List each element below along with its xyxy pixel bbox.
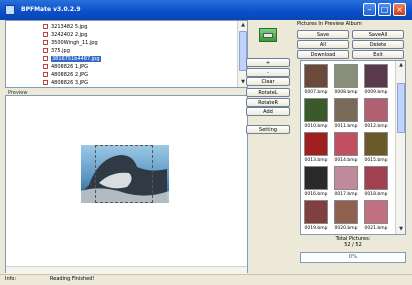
thumbnail[interactable]	[364, 132, 388, 156]
zoom-out-button[interactable]: -	[246, 68, 290, 77]
thumbnail[interactable]	[364, 98, 388, 122]
file-item[interactable]: 4808826 2.JPG	[43, 72, 88, 79]
maximize-button[interactable]: □	[378, 3, 391, 16]
file-item[interactable]: 375.jpg	[43, 48, 70, 55]
save-button[interactable]: Save	[297, 30, 349, 39]
scroll-down-icon[interactable]: ▼	[396, 225, 405, 234]
rotate-left-button[interactable]: RotateL	[246, 88, 290, 97]
thumbnail[interactable]	[304, 98, 328, 122]
thumbnail-caption: 0018.bmp	[364, 192, 388, 197]
thumbnail-caption: 0009.bmp	[364, 90, 388, 95]
thumbnail-caption: 0021.bmp	[364, 226, 388, 231]
total-pictures: Total Pictures: 52 / 52	[300, 236, 406, 248]
thumbnail[interactable]	[304, 200, 328, 224]
jpg-file-icon	[43, 40, 48, 45]
thumbnail[interactable]	[364, 64, 388, 88]
file-item[interactable]: 3242402 2.jpg	[43, 32, 87, 39]
thumbnail-caption: 0017.bmp	[334, 192, 358, 197]
minimize-button[interactable]: –	[363, 3, 376, 16]
file-item[interactable]: 4808826 1.JPG	[43, 64, 88, 71]
window-title: BPFMate v3.0.2.9	[21, 6, 81, 13]
jpg-file-icon	[43, 80, 48, 85]
file-item-selected[interactable]: 3816751b4487.jpg	[43, 56, 101, 63]
album-thumbnails[interactable]: 0007.bmp 0008.bmp 0009.bmp 0010.bmp 0011…	[300, 60, 406, 235]
total-value: 52 / 52	[344, 242, 362, 248]
close-button[interactable]: ×	[393, 3, 406, 16]
thumbnail-caption: 0020.bmp	[334, 226, 358, 231]
rotate-right-button[interactable]: RotateR	[246, 98, 290, 107]
zoom-in-button[interactable]: +	[246, 58, 290, 67]
thumbnail-caption: 0010.bmp	[304, 124, 328, 129]
thumbnail-caption: 0008.bmp	[334, 90, 358, 95]
thumbnail[interactable]	[334, 166, 358, 190]
thumbnail[interactable]	[334, 132, 358, 156]
thumbnail[interactable]	[334, 200, 358, 224]
save-all-button[interactable]: SaveAll	[352, 30, 404, 39]
crop-selection[interactable]	[95, 145, 153, 203]
jpg-file-icon	[43, 56, 48, 61]
thumbnail[interactable]	[364, 166, 388, 190]
file-list[interactable]: 3213482 5.jpg 3242402 2.jpg 3500Wingh_11…	[5, 20, 248, 88]
thumbnail[interactable]	[304, 132, 328, 156]
delete-button[interactable]: Delete	[352, 40, 404, 49]
scrollbar-thumb[interactable]	[397, 83, 405, 133]
status-message: Reading Finished!	[50, 276, 95, 282]
thumbnail-caption: 0015.bmp	[364, 158, 388, 163]
thumbnail-caption: 0013.bmp	[304, 158, 328, 163]
thumbnail[interactable]	[334, 98, 358, 122]
select-all-button[interactable]: All	[297, 40, 349, 49]
file-item[interactable]: 4808826 3.JPG	[43, 80, 88, 87]
setting-button[interactable]: Setting	[246, 125, 290, 134]
scroll-up-icon[interactable]: ▲	[396, 61, 405, 70]
album-header: Pictures In Preview Album	[297, 21, 362, 27]
jpg-file-icon	[43, 64, 48, 69]
jpg-file-icon	[43, 24, 48, 29]
thumbnail[interactable]	[304, 166, 328, 190]
thumbnail-caption: 0012.bmp	[364, 124, 388, 129]
preview-scrollbar[interactable]	[6, 266, 247, 274]
add-button[interactable]: Add	[246, 107, 290, 116]
progress-text: 0%	[348, 254, 358, 260]
status-info-label: Info:	[5, 276, 17, 282]
jpg-file-icon	[43, 48, 48, 53]
app-icon	[5, 5, 15, 15]
download-button[interactable]: Download	[297, 50, 349, 59]
device-button[interactable]	[259, 28, 277, 42]
album-scrollbar[interactable]: ▲ ▼	[395, 61, 405, 234]
jpg-file-icon	[43, 72, 48, 77]
scroll-up-icon[interactable]: ▲	[238, 21, 247, 30]
file-item[interactable]: 3213482 5.jpg	[43, 24, 87, 31]
camera-icon	[263, 33, 273, 38]
thumbnail-caption: 0014.bmp	[334, 158, 358, 163]
clear-button[interactable]: Clear	[246, 77, 290, 86]
jpg-file-icon	[43, 32, 48, 37]
thumbnail[interactable]	[364, 200, 388, 224]
thumbnail-caption: 0019.bmp	[304, 226, 328, 231]
thumbnail-caption: 0016.bmp	[304, 192, 328, 197]
file-item[interactable]: 3500Wingh_11.jpg	[43, 40, 98, 47]
thumbnail-caption: 0011.bmp	[334, 124, 358, 129]
exit-button[interactable]: Exit	[352, 50, 404, 59]
thumbnail[interactable]	[334, 64, 358, 88]
thumbnail[interactable]	[304, 64, 328, 88]
thumbnail-caption: 0007.bmp	[304, 90, 328, 95]
